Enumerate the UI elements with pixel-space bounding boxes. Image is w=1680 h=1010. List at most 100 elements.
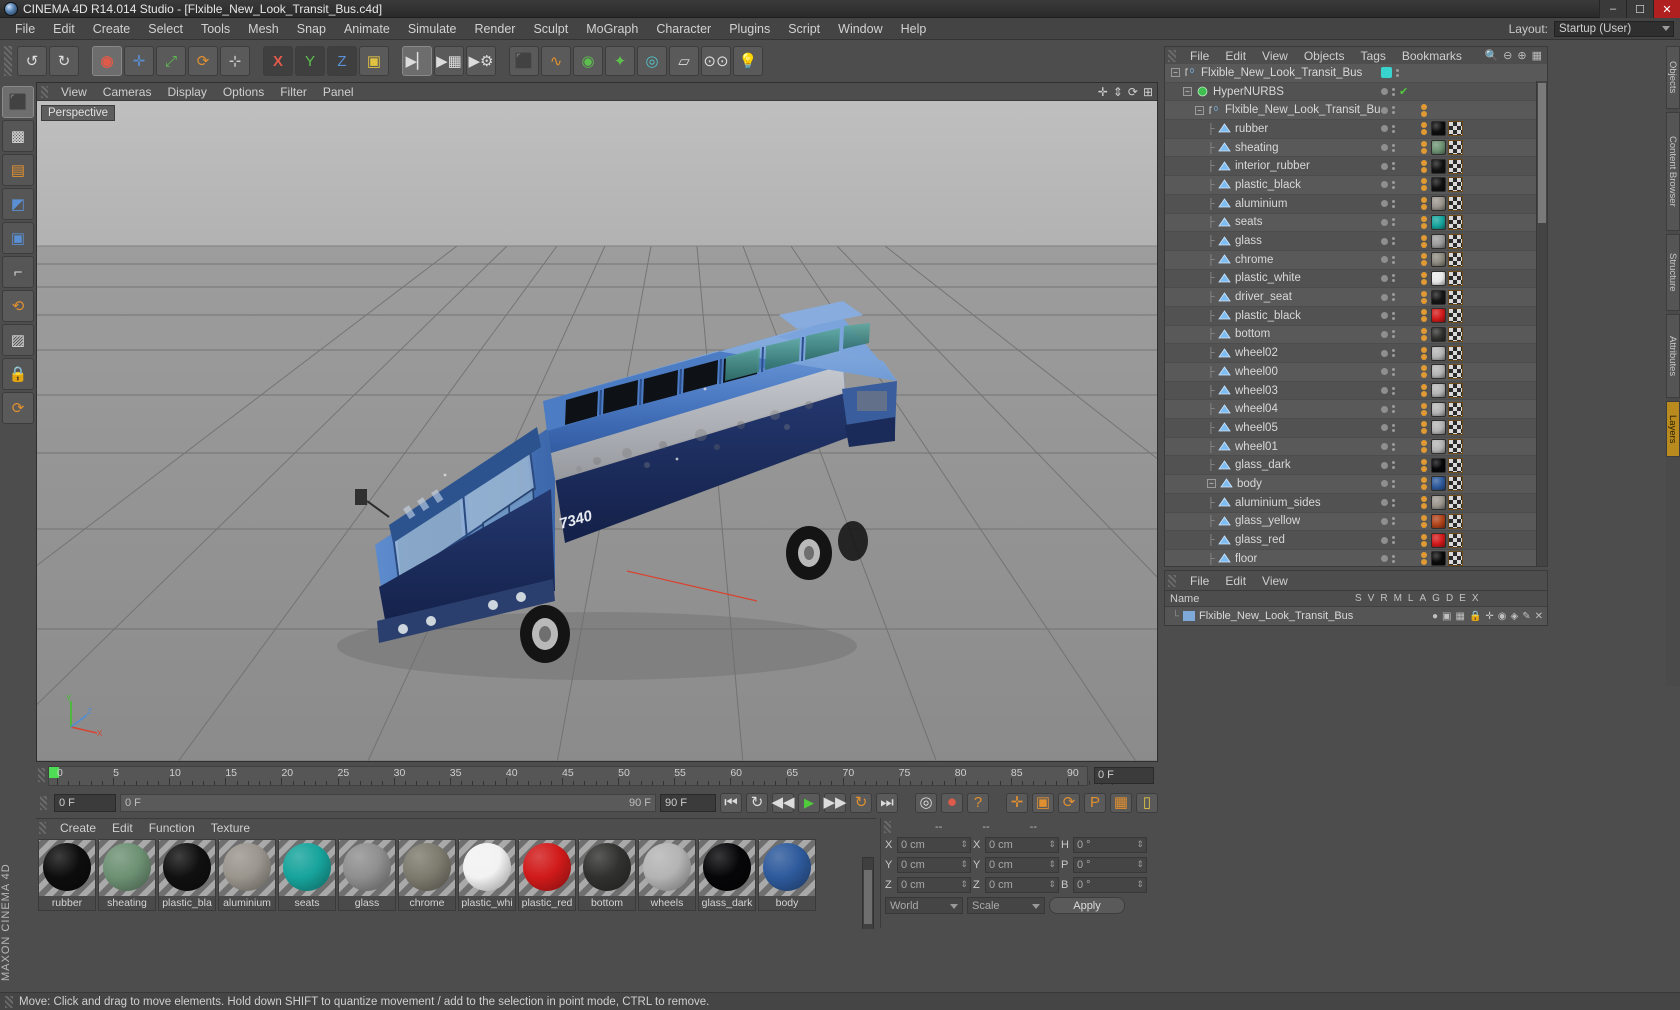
coord-input-position[interactable]: 0 cm ⇕ <box>897 837 971 853</box>
coordinates-grip[interactable] <box>884 820 891 833</box>
material-tag-icon[interactable] <box>1431 457 1446 473</box>
material-scrollbar[interactable] <box>862 857 874 929</box>
object-visibility-dots[interactable] <box>1381 349 1421 358</box>
visibility-dot-icon[interactable] <box>1381 517 1388 525</box>
viewport-canvas[interactable]: 7340 <box>37 101 1157 761</box>
object-tags[interactable] <box>1421 158 1547 174</box>
material-tag-icon[interactable] <box>1431 364 1446 380</box>
editor-render-dots-icon[interactable] <box>1392 180 1395 189</box>
layer-column-G[interactable]: G <box>1432 593 1440 604</box>
object-visibility-dots[interactable] <box>1381 162 1421 171</box>
visibility-dot-icon[interactable] <box>1381 106 1388 114</box>
tag-dots-icon[interactable] <box>1421 215 1427 229</box>
object-manager-icon[interactable]: ⊕ <box>1517 49 1526 62</box>
tag-dots-icon[interactable] <box>1421 477 1427 491</box>
lock-axis-button[interactable]: 🔒 <box>2 358 34 390</box>
coord-input-size[interactable]: 0 cm ⇕ <box>985 837 1059 853</box>
object-manager-icon[interactable]: ⊖ <box>1503 49 1512 62</box>
material-tag-icon[interactable] <box>1431 495 1446 511</box>
object-visibility-dots[interactable] <box>1381 124 1421 133</box>
uvw-tag-icon[interactable] <box>1448 532 1463 548</box>
uvw-tag-icon[interactable] <box>1448 121 1463 137</box>
visibility-dot-icon[interactable] <box>1381 499 1388 507</box>
uvw-tag-icon[interactable] <box>1448 177 1463 193</box>
attribute-menu-edit[interactable]: Edit <box>1217 574 1254 588</box>
menu-item-simulate[interactable]: Simulate <box>399 20 466 38</box>
material-tag-icon[interactable] <box>1431 289 1446 305</box>
visibility-dot-icon[interactable]: ● <box>1432 611 1438 622</box>
object-menu-file[interactable]: File <box>1182 49 1217 63</box>
object-row[interactable]: ├ driver_seat <box>1165 288 1547 307</box>
editor-render-dots-icon[interactable] <box>1392 274 1395 283</box>
editor-render-dots-icon[interactable] <box>1392 162 1395 171</box>
timeline-frame-field[interactable]: 0 F <box>1094 767 1154 784</box>
object-visibility-dots[interactable] <box>1381 143 1421 152</box>
tag-dots-icon[interactable] <box>1421 327 1427 341</box>
timeline-track[interactable]: 0 5 10 15 20 25 30 35 40 45 50 55 60 65 70 75 80 85 90 <box>48 766 1113 786</box>
material-tag-icon[interactable] <box>1431 214 1446 230</box>
deformer-button[interactable]: ◎ <box>637 46 667 76</box>
rotate-tool-button[interactable]: ⟳ <box>188 46 218 76</box>
uvw-tag-icon[interactable] <box>1448 401 1463 417</box>
menu-item-help[interactable]: Help <box>892 20 936 38</box>
object-manager-icon[interactable]: 🔍 <box>1484 49 1498 62</box>
visibility-dot-icon[interactable] <box>1381 67 1392 79</box>
visibility-dot-icon[interactable] <box>1381 200 1388 208</box>
timeline-toggle-button[interactable]: ▯ <box>1136 792 1158 813</box>
object-row[interactable]: − HyperNURBS ✔ <box>1165 82 1547 102</box>
menu-item-script[interactable]: Script <box>779 20 829 38</box>
loop-button[interactable]: ↻ <box>850 792 872 813</box>
material-chip[interactable]: aluminium <box>218 839 276 911</box>
object-visibility-dots[interactable] <box>1381 536 1421 545</box>
editor-render-dots-icon[interactable] <box>1392 554 1395 563</box>
material-tag-icon[interactable] <box>1431 420 1446 436</box>
orbit-icon[interactable]: ⟳ <box>1128 85 1138 99</box>
object-row[interactable]: ├ interior_rubber <box>1165 157 1547 177</box>
object-row[interactable]: ├ floor <box>1165 549 1547 566</box>
object-visibility-dots[interactable] <box>1381 255 1421 264</box>
object-visibility-dots[interactable] <box>1381 423 1421 432</box>
uvw-tag-icon[interactable] <box>1448 196 1463 212</box>
object-visibility-dots[interactable] <box>1381 442 1421 451</box>
scale-mode-select[interactable]: Scale <box>967 897 1045 914</box>
object-tags[interactable] <box>1421 196 1547 212</box>
object-menu-bookmarks[interactable]: Bookmarks <box>1394 49 1470 63</box>
object-row[interactable]: − 0 Flxible_New_Look_Transit_Bus <box>1165 101 1547 121</box>
right-tab-structure[interactable]: Structure <box>1666 234 1680 311</box>
tag-dots-icon[interactable] <box>1421 533 1427 547</box>
world-coordinates-button[interactable]: ▣ <box>359 46 389 76</box>
viewport-menu-display[interactable]: Display <box>159 84 214 100</box>
uvw-tag-icon[interactable] <box>1448 252 1463 268</box>
layout-select[interactable]: Startup (User) <box>1554 21 1674 37</box>
cube-primitive-button[interactable]: ⬛ <box>509 46 539 76</box>
param-key-button[interactable]: P <box>1084 792 1106 813</box>
generator-icon[interactable]: ◉ <box>1498 611 1507 622</box>
visibility-dot-icon[interactable] <box>1381 162 1388 170</box>
tag-dots-icon[interactable] <box>1421 178 1427 192</box>
layer-column-A[interactable]: A <box>1419 593 1426 604</box>
editor-render-dots-icon[interactable] <box>1392 143 1395 152</box>
editor-render-dots-icon[interactable] <box>1392 87 1395 96</box>
uvw-tag-icon[interactable] <box>1448 364 1463 380</box>
dolly-icon[interactable]: ⇕ <box>1113 85 1123 99</box>
object-row[interactable]: ├ wheel05 <box>1165 419 1547 438</box>
visibility-dot-icon[interactable] <box>1381 443 1388 451</box>
enable-axis-button[interactable]: ▨ <box>2 324 34 356</box>
material-chip[interactable]: seats <box>278 839 336 911</box>
stepper-icon[interactable]: ⇕ <box>1136 879 1144 890</box>
scale-tool-button[interactable]: ⤢ <box>156 46 186 76</box>
toolbar-grip[interactable] <box>4 46 12 76</box>
editor-render-dots-icon[interactable] <box>1392 386 1395 395</box>
material-tag-icon[interactable] <box>1431 308 1446 324</box>
object-visibility-dots[interactable] <box>1381 405 1421 414</box>
material-tag-icon[interactable] <box>1431 326 1446 342</box>
layer-column-L[interactable]: L <box>1408 593 1414 604</box>
stepper-icon[interactable]: ⇕ <box>960 859 968 870</box>
coord-input-rotation[interactable]: 0 ° ⇕ <box>1073 857 1147 873</box>
editor-render-dots-icon[interactable] <box>1392 442 1395 451</box>
object-tags[interactable] <box>1421 270 1547 286</box>
object-tags[interactable] <box>1421 513 1547 529</box>
range-end-field[interactable]: 90 F <box>660 793 716 812</box>
scene-button[interactable]: ▱ <box>669 46 699 76</box>
object-row[interactable]: − 0 Flxible_New_Look_Transit_Bus <box>1165 64 1547 83</box>
